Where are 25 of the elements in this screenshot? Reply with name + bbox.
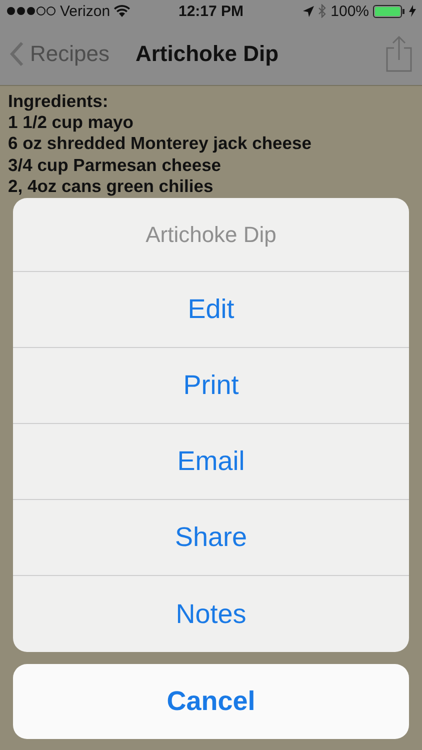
battery-icon — [373, 4, 406, 18]
action-button[interactable]: Edit — [13, 272, 409, 348]
location-icon — [302, 6, 314, 16]
sheet-title: Artichoke Dip — [146, 222, 276, 248]
bluetooth-icon — [318, 4, 327, 18]
recipe-line: Ingredients: — [8, 91, 108, 112]
battery-percentage: 100% — [330, 2, 370, 20]
charging-icon — [409, 5, 416, 17]
cancel-button[interactable]: Cancel — [13, 664, 409, 739]
share-icon[interactable] — [386, 36, 412, 72]
action-button[interactable]: Print — [13, 348, 409, 424]
back-chevron-icon — [10, 42, 24, 66]
clock-time: 12:17 PM — [178, 2, 244, 20]
recipe-line: 2, 4oz cans green chilies — [8, 176, 214, 198]
back-button[interactable]: Recipes — [10, 40, 110, 66]
recipe-line: 3/4 cup Parmesan cheese — [8, 154, 222, 176]
action-button[interactable]: Share — [13, 500, 409, 576]
signal-icon — [6, 6, 56, 16]
nav-title: Artichoke Dip — [135, 40, 280, 66]
action-button[interactable]: Email — [13, 424, 409, 500]
recipe-line: 1 1/2 cup mayo — [8, 112, 134, 134]
recipe-line: 6 oz shredded Monterey jack cheese — [8, 133, 312, 155]
action-button[interactable]: Notes — [13, 576, 409, 652]
wifi-icon — [114, 5, 130, 17]
carrier-name: Verizon — [60, 2, 110, 20]
